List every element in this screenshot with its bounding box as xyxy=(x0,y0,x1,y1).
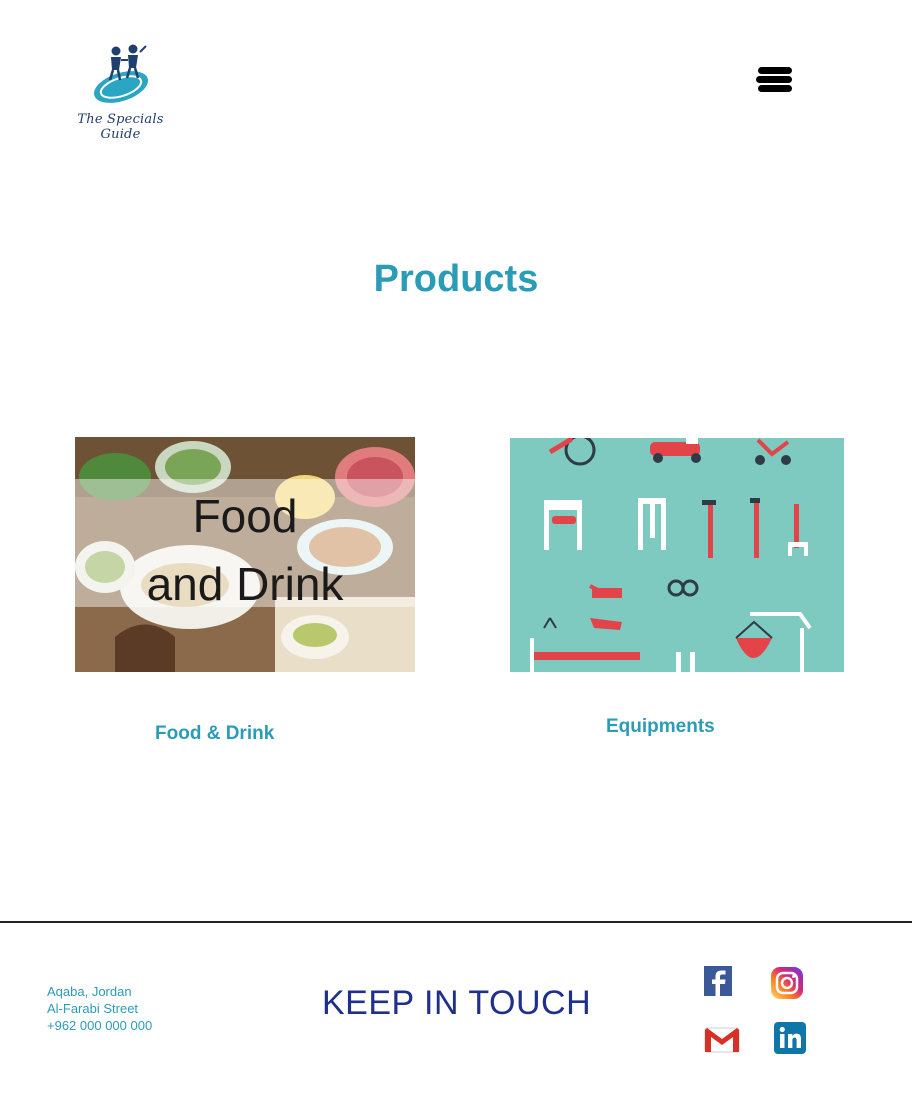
instagram-icon xyxy=(771,967,803,999)
footer-divider xyxy=(0,921,912,923)
facebook-icon xyxy=(704,966,732,996)
phone-number: +962 000 000 000 xyxy=(47,1018,153,1033)
site-logo[interactable]: The Specials Guide xyxy=(58,40,183,142)
linkedin-link[interactable] xyxy=(773,1021,809,1060)
hamburger-menu-button[interactable] xyxy=(756,64,794,98)
logo-emblem-icon xyxy=(94,44,148,103)
hamburger-menu-icon xyxy=(756,67,792,92)
gmail-link[interactable] xyxy=(704,1026,740,1059)
gmail-icon xyxy=(704,1027,740,1053)
food-drink-link[interactable]: Food & Drink xyxy=(155,723,274,745)
address-line-city: Aqaba, Jordan xyxy=(47,984,132,999)
page-title: Products xyxy=(373,258,539,300)
address-line-street: Al-Farabi Street xyxy=(47,1001,139,1016)
facebook-link[interactable] xyxy=(704,966,734,1003)
food-image-text-line1: Food xyxy=(193,490,298,542)
logo-text: The Specials Guide xyxy=(77,112,164,142)
footer-address: Aqaba, Jordan Al-Farabi Street +962 000 … xyxy=(47,983,152,1034)
instagram-link[interactable] xyxy=(770,966,806,1005)
keep-in-touch-heading: KEEP IN TOUCH xyxy=(322,984,592,1022)
food-image-text-line2: and Drink xyxy=(147,558,345,610)
equipments-image[interactable] xyxy=(510,438,844,672)
food-drink-image[interactable]: Food and Drink xyxy=(75,437,415,672)
equipments-link[interactable]: Equipments xyxy=(606,716,715,738)
linkedin-icon xyxy=(774,1022,806,1054)
